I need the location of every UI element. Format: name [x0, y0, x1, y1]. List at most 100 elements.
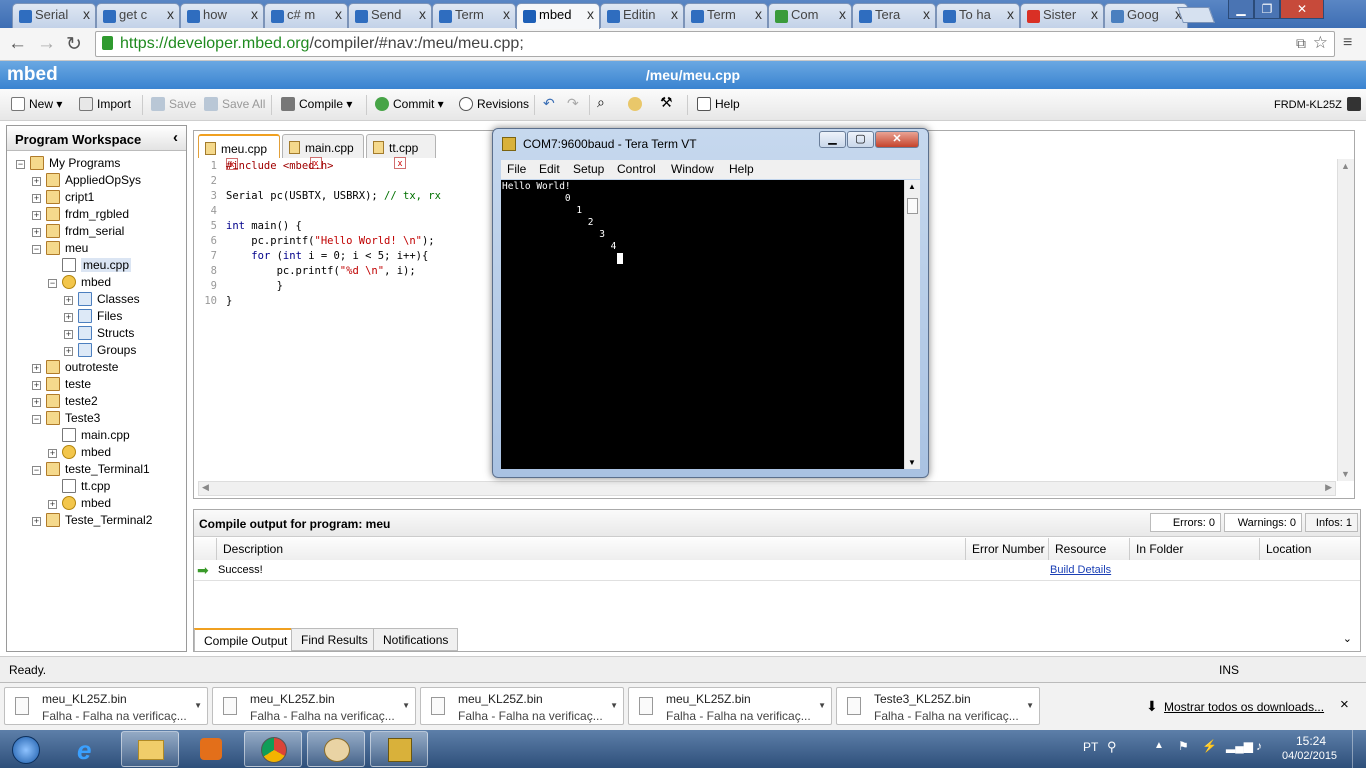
close-downloads-icon[interactable]: × [1340, 696, 1349, 713]
code-content[interactable]: #include <mbed.h> Serial pc(USBTX, USBRX… [226, 159, 441, 309]
collapse-toggle-icon[interactable]: − [32, 466, 41, 475]
teraterm-taskbar-icon[interactable] [370, 731, 428, 767]
ie-taskbar-icon[interactable]: e [60, 731, 118, 767]
browser-tab[interactable]: Editin x [600, 3, 684, 28]
tree-item[interactable]: + frdm_serial [32, 224, 124, 241]
column-header-in-folder[interactable]: In Folder [1129, 538, 1259, 560]
translate-icon[interactable]: ⧉ [1296, 35, 1306, 52]
bookmark-star-icon[interactable]: ☆ [1313, 33, 1328, 53]
tree-item[interactable]: + cript1 [32, 190, 94, 207]
download-menu-icon[interactable]: ▼ [1026, 701, 1034, 710]
commit-button[interactable]: Commit ▾ [375, 97, 444, 111]
warnings-count[interactable]: Warnings: 0 [1224, 513, 1302, 532]
tab-close-icon[interactable]: x [1007, 6, 1014, 22]
expand-toggle-icon[interactable]: + [32, 211, 41, 220]
new-tab-button[interactable] [1177, 7, 1215, 23]
tab-close-icon[interactable]: x [167, 6, 174, 22]
column-header-resource[interactable]: Resource [1048, 538, 1129, 560]
teraterm-menu-window[interactable]: Window [671, 162, 714, 176]
tab-close-icon[interactable]: x [1091, 6, 1098, 22]
save-button[interactable]: Save [151, 97, 196, 111]
teraterm-window[interactable]: COM7:9600baud - Tera Term VT ▁ ▢ ✕ File E… [492, 128, 929, 478]
download-menu-icon[interactable]: ▼ [194, 701, 202, 710]
tree-item[interactable]: tt.cpp [48, 479, 110, 496]
help-button[interactable]: Help [697, 97, 740, 111]
tab-compile-output[interactable]: Compile Output [194, 628, 298, 651]
media-player-taskbar-icon[interactable] [182, 731, 240, 767]
download-menu-icon[interactable]: ▼ [610, 701, 618, 710]
collapse-icon[interactable]: ‹ [173, 129, 178, 146]
browser-tab[interactable]: how x [180, 3, 264, 28]
clock-date[interactable]: 04/02/2015 [1282, 750, 1337, 762]
expand-toggle-icon[interactable]: + [32, 517, 41, 526]
tray-expand-icon[interactable]: ▲ [1154, 740, 1164, 751]
menu-icon[interactable]: ≡ [1343, 34, 1352, 52]
forward-icon[interactable]: → [37, 33, 56, 55]
browser-tab[interactable]: Serial x [12, 3, 96, 28]
tree-item[interactable]: + Groups [64, 343, 136, 360]
browser-tab[interactable]: Term x [432, 3, 516, 28]
expand-toggle-icon[interactable]: + [64, 330, 73, 339]
tree-item[interactable]: + Structs [64, 326, 134, 343]
redo-icon[interactable]: ↷ [567, 95, 579, 112]
browser-tab[interactable]: To ha x [936, 3, 1020, 28]
teraterm-minimize-button[interactable]: ▁ [819, 131, 846, 148]
tab-close-icon[interactable]: x [335, 6, 342, 22]
chrome-taskbar-icon[interactable] [244, 731, 302, 767]
teraterm-menu-edit[interactable]: Edit [539, 162, 560, 176]
save-all-button[interactable]: Save All [204, 97, 265, 111]
tree-item[interactable]: − meu [32, 241, 88, 258]
tree-item[interactable]: + teste2 [32, 394, 98, 411]
errors-count[interactable]: Errors: 0 [1150, 513, 1221, 532]
teraterm-maximize-button[interactable]: ▢ [847, 131, 874, 148]
tree-item[interactable]: − teste_Terminal1 [32, 462, 150, 479]
tree-item[interactable]: main.cpp [48, 428, 130, 445]
collapse-toggle-icon[interactable]: − [48, 279, 57, 288]
infos-count[interactable]: Infos: 1 [1305, 513, 1358, 532]
tree-item[interactable]: + outroteste [32, 360, 118, 377]
back-icon[interactable]: ← [8, 33, 27, 55]
column-header-description[interactable]: Description [216, 538, 965, 560]
expand-toggle-icon[interactable]: + [32, 364, 41, 373]
clock-time[interactable]: 15:24 [1296, 734, 1326, 748]
browser-tab[interactable]: mbed x [516, 3, 600, 29]
compile-button[interactable]: Compile ▾ [281, 97, 352, 111]
tab-close-icon[interactable]: x [419, 6, 426, 22]
expand-toggle-icon[interactable]: + [64, 296, 73, 305]
browser-tab[interactable]: Goog x [1104, 3, 1188, 28]
language-indicator[interactable]: PT [1083, 740, 1098, 754]
browser-tab[interactable]: Sister x [1020, 3, 1104, 28]
show-all-downloads-link[interactable]: Mostrar todos os downloads... [1164, 700, 1324, 714]
tree-item[interactable]: + teste [32, 377, 91, 394]
tab-close-icon[interactable]: x [83, 6, 90, 22]
expand-toggle-icon[interactable]: + [64, 347, 73, 356]
teraterm-scrollbar[interactable]: ▲ ▼ [904, 180, 920, 469]
tree-item[interactable]: − My Programs [16, 156, 120, 173]
expand-toggle-icon[interactable]: + [48, 449, 57, 458]
collapse-toggle-icon[interactable]: − [32, 245, 41, 254]
expand-toggle-icon[interactable]: + [32, 228, 41, 237]
expand-toggle-icon[interactable]: + [64, 313, 73, 322]
tree-item[interactable]: − Teste3 [32, 411, 100, 428]
paint-taskbar-icon[interactable] [307, 731, 365, 767]
download-item[interactable]: meu_KL25Z.bin Falha - Falha na verificaç.… [212, 687, 416, 725]
collapse-toggle-icon[interactable]: − [16, 160, 25, 169]
signal-icon[interactable]: ▂▄▆ [1226, 739, 1253, 753]
editor-horizontal-scrollbar[interactable]: ◀ ▶ [198, 481, 1336, 496]
browser-tab[interactable]: Term x [684, 3, 768, 28]
maximize-button[interactable]: ❐ [1254, 0, 1280, 19]
start-button[interactable] [0, 731, 56, 767]
reload-icon[interactable]: ↻ [66, 33, 82, 56]
editor-vertical-scrollbar[interactable]: ▲ ▼ [1337, 159, 1354, 481]
browser-tab[interactable]: Tera x [852, 3, 936, 28]
show-desktop-button[interactable] [1352, 730, 1366, 768]
wand-icon[interactable]: ⚒ [660, 94, 673, 111]
tree-item[interactable]: + Classes [64, 292, 140, 309]
power-icon[interactable]: ⚡ [1202, 739, 1217, 753]
teraterm-menu-control[interactable]: Control [617, 162, 656, 176]
tree-item[interactable]: + mbed [48, 496, 111, 513]
undo-icon[interactable]: ↶ [543, 95, 555, 112]
column-header-error-number[interactable]: Error Number [965, 538, 1048, 560]
browser-tab[interactable]: c# m x [264, 3, 348, 28]
teraterm-menu-file[interactable]: File [507, 162, 526, 176]
